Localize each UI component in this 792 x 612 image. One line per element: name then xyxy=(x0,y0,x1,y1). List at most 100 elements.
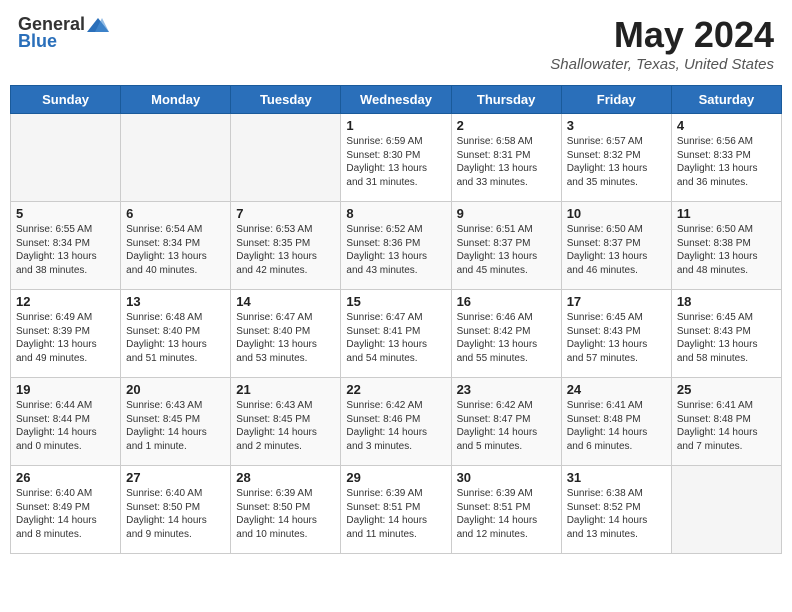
day-info: Sunrise: 6:53 AM Sunset: 8:35 PM Dayligh… xyxy=(236,223,335,277)
day-number: 29 xyxy=(346,470,445,485)
day-info: Sunrise: 6:38 AM Sunset: 8:52 PM Dayligh… xyxy=(567,487,666,541)
calendar-cell: 27 Sunrise: 6:40 AM Sunset: 8:50 PM Dayli… xyxy=(121,466,231,554)
day-number: 11 xyxy=(677,206,776,221)
calendar-cell: 13 Sunrise: 6:48 AM Sunset: 8:40 PM Dayli… xyxy=(121,290,231,378)
logo-blue-text: Blue xyxy=(18,31,57,52)
weekday-header-saturday: Saturday xyxy=(671,86,781,114)
calendar-cell: 24 Sunrise: 6:41 AM Sunset: 8:48 PM Dayli… xyxy=(561,378,671,466)
weekday-header-thursday: Thursday xyxy=(451,86,561,114)
calendar-cell xyxy=(11,114,121,202)
calendar-cell: 19 Sunrise: 6:44 AM Sunset: 8:44 PM Dayli… xyxy=(11,378,121,466)
day-number: 20 xyxy=(126,382,225,397)
day-info: Sunrise: 6:50 AM Sunset: 8:38 PM Dayligh… xyxy=(677,223,776,277)
calendar-cell: 20 Sunrise: 6:43 AM Sunset: 8:45 PM Dayli… xyxy=(121,378,231,466)
calendar-cell: 1 Sunrise: 6:59 AM Sunset: 8:30 PM Daylig… xyxy=(341,114,451,202)
day-number: 10 xyxy=(567,206,666,221)
day-info: Sunrise: 6:58 AM Sunset: 8:31 PM Dayligh… xyxy=(457,135,556,189)
day-number: 17 xyxy=(567,294,666,309)
calendar-cell: 10Sunrise: 6:50 AM Sunset: 8:37 PM Dayli… xyxy=(561,202,671,290)
calendar-week-row: 5Sunrise: 6:55 AM Sunset: 8:34 PM Daylig… xyxy=(11,202,782,290)
day-number: 23 xyxy=(457,382,556,397)
calendar-cell: 30 Sunrise: 6:39 AM Sunset: 8:51 PM Dayli… xyxy=(451,466,561,554)
calendar-cell: 15Sunrise: 6:47 AM Sunset: 8:41 PM Dayli… xyxy=(341,290,451,378)
day-number: 28 xyxy=(236,470,335,485)
calendar-cell: 18 Sunrise: 6:45 AM Sunset: 8:43 PM Dayli… xyxy=(671,290,781,378)
day-info: Sunrise: 6:43 AM Sunset: 8:45 PM Dayligh… xyxy=(126,399,225,453)
day-number: 26 xyxy=(16,470,115,485)
day-number: 31 xyxy=(567,470,666,485)
day-number: 21 xyxy=(236,382,335,397)
logo: General Blue xyxy=(18,14,109,52)
day-number: 1 xyxy=(346,118,445,133)
calendar-cell: 9Sunrise: 6:51 AM Sunset: 8:37 PM Daylig… xyxy=(451,202,561,290)
calendar-cell: 25 Sunrise: 6:41 AM Sunset: 8:48 PM Dayli… xyxy=(671,378,781,466)
weekday-header-friday: Friday xyxy=(561,86,671,114)
location-subtitle: Shallowater, Texas, United States xyxy=(550,56,774,73)
calendar-cell: 14 Sunrise: 6:47 AM Sunset: 8:40 PM Dayli… xyxy=(231,290,341,378)
day-info: Sunrise: 6:40 AM Sunset: 8:49 PM Dayligh… xyxy=(16,487,115,541)
day-number: 16 xyxy=(457,294,556,309)
day-info: Sunrise: 6:47 AM Sunset: 8:40 PM Dayligh… xyxy=(236,311,335,365)
day-info: Sunrise: 6:42 AM Sunset: 8:46 PM Dayligh… xyxy=(346,399,445,453)
calendar-cell: 2Sunrise: 6:58 AM Sunset: 8:31 PM Daylig… xyxy=(451,114,561,202)
day-info: Sunrise: 6:44 AM Sunset: 8:44 PM Dayligh… xyxy=(16,399,115,453)
weekday-header-row: SundayMondayTuesdayWednesdayThursdayFrid… xyxy=(11,86,782,114)
day-info: Sunrise: 6:42 AM Sunset: 8:47 PM Dayligh… xyxy=(457,399,556,453)
day-number: 27 xyxy=(126,470,225,485)
day-number: 4 xyxy=(677,118,776,133)
calendar-week-row: 26 Sunrise: 6:40 AM Sunset: 8:49 PM Dayli… xyxy=(11,466,782,554)
day-number: 22 xyxy=(346,382,445,397)
day-number: 5 xyxy=(16,206,115,221)
day-number: 25 xyxy=(677,382,776,397)
calendar-week-row: 12Sunrise: 6:49 AM Sunset: 8:39 PM Dayli… xyxy=(11,290,782,378)
calendar-cell: 3Sunrise: 6:57 AM Sunset: 8:32 PM Daylig… xyxy=(561,114,671,202)
day-info: Sunrise: 6:48 AM Sunset: 8:40 PM Dayligh… xyxy=(126,311,225,365)
calendar-cell: 28 Sunrise: 6:39 AM Sunset: 8:50 PM Dayli… xyxy=(231,466,341,554)
calendar-cell: 23 Sunrise: 6:42 AM Sunset: 8:47 PM Dayli… xyxy=(451,378,561,466)
day-info: Sunrise: 6:39 AM Sunset: 8:51 PM Dayligh… xyxy=(457,487,556,541)
weekday-header-wednesday: Wednesday xyxy=(341,86,451,114)
day-info: Sunrise: 6:39 AM Sunset: 8:50 PM Dayligh… xyxy=(236,487,335,541)
day-info: Sunrise: 6:43 AM Sunset: 8:45 PM Dayligh… xyxy=(236,399,335,453)
day-number: 7 xyxy=(236,206,335,221)
calendar-cell xyxy=(121,114,231,202)
calendar-week-row: 19 Sunrise: 6:44 AM Sunset: 8:44 PM Dayli… xyxy=(11,378,782,466)
day-info: Sunrise: 6:57 AM Sunset: 8:32 PM Dayligh… xyxy=(567,135,666,189)
day-info: Sunrise: 6:40 AM Sunset: 8:50 PM Dayligh… xyxy=(126,487,225,541)
calendar-cell: 29 Sunrise: 6:39 AM Sunset: 8:51 PM Dayli… xyxy=(341,466,451,554)
day-number: 30 xyxy=(457,470,556,485)
day-info: Sunrise: 6:52 AM Sunset: 8:36 PM Dayligh… xyxy=(346,223,445,277)
day-number: 24 xyxy=(567,382,666,397)
day-number: 9 xyxy=(457,206,556,221)
day-info: Sunrise: 6:41 AM Sunset: 8:48 PM Dayligh… xyxy=(567,399,666,453)
weekday-header-tuesday: Tuesday xyxy=(231,86,341,114)
calendar-cell xyxy=(671,466,781,554)
day-number: 14 xyxy=(236,294,335,309)
calendar-cell: 7 Sunrise: 6:53 AM Sunset: 8:35 PM Daylig… xyxy=(231,202,341,290)
day-info: Sunrise: 6:46 AM Sunset: 8:42 PM Dayligh… xyxy=(457,311,556,365)
month-year-title: May 2024 xyxy=(550,14,774,56)
day-info: Sunrise: 6:39 AM Sunset: 8:51 PM Dayligh… xyxy=(346,487,445,541)
calendar-cell: 4Sunrise: 6:56 AM Sunset: 8:33 PM Daylig… xyxy=(671,114,781,202)
day-info: Sunrise: 6:45 AM Sunset: 8:43 PM Dayligh… xyxy=(567,311,666,365)
calendar-cell: 16 Sunrise: 6:46 AM Sunset: 8:42 PM Dayli… xyxy=(451,290,561,378)
calendar-cell: 6Sunrise: 6:54 AM Sunset: 8:34 PM Daylig… xyxy=(121,202,231,290)
day-info: Sunrise: 6:49 AM Sunset: 8:39 PM Dayligh… xyxy=(16,311,115,365)
day-number: 15 xyxy=(346,294,445,309)
day-number: 19 xyxy=(16,382,115,397)
day-number: 8 xyxy=(346,206,445,221)
calendar-table: SundayMondayTuesdayWednesdayThursdayFrid… xyxy=(10,85,782,554)
calendar-cell: 8 Sunrise: 6:52 AM Sunset: 8:36 PM Daylig… xyxy=(341,202,451,290)
calendar-cell: 31 Sunrise: 6:38 AM Sunset: 8:52 PM Dayli… xyxy=(561,466,671,554)
logo-icon xyxy=(87,16,109,34)
day-info: Sunrise: 6:59 AM Sunset: 8:30 PM Dayligh… xyxy=(346,135,445,189)
calendar-cell: 26 Sunrise: 6:40 AM Sunset: 8:49 PM Dayli… xyxy=(11,466,121,554)
calendar-cell: 21 Sunrise: 6:43 AM Sunset: 8:45 PM Dayli… xyxy=(231,378,341,466)
title-block: May 2024 Shallowater, Texas, United Stat… xyxy=(550,14,774,73)
day-number: 18 xyxy=(677,294,776,309)
day-info: Sunrise: 6:45 AM Sunset: 8:43 PM Dayligh… xyxy=(677,311,776,365)
day-number: 13 xyxy=(126,294,225,309)
day-info: Sunrise: 6:41 AM Sunset: 8:48 PM Dayligh… xyxy=(677,399,776,453)
page-header: General Blue May 2024 Shallowater, Texas… xyxy=(10,10,782,77)
weekday-header-sunday: Sunday xyxy=(11,86,121,114)
